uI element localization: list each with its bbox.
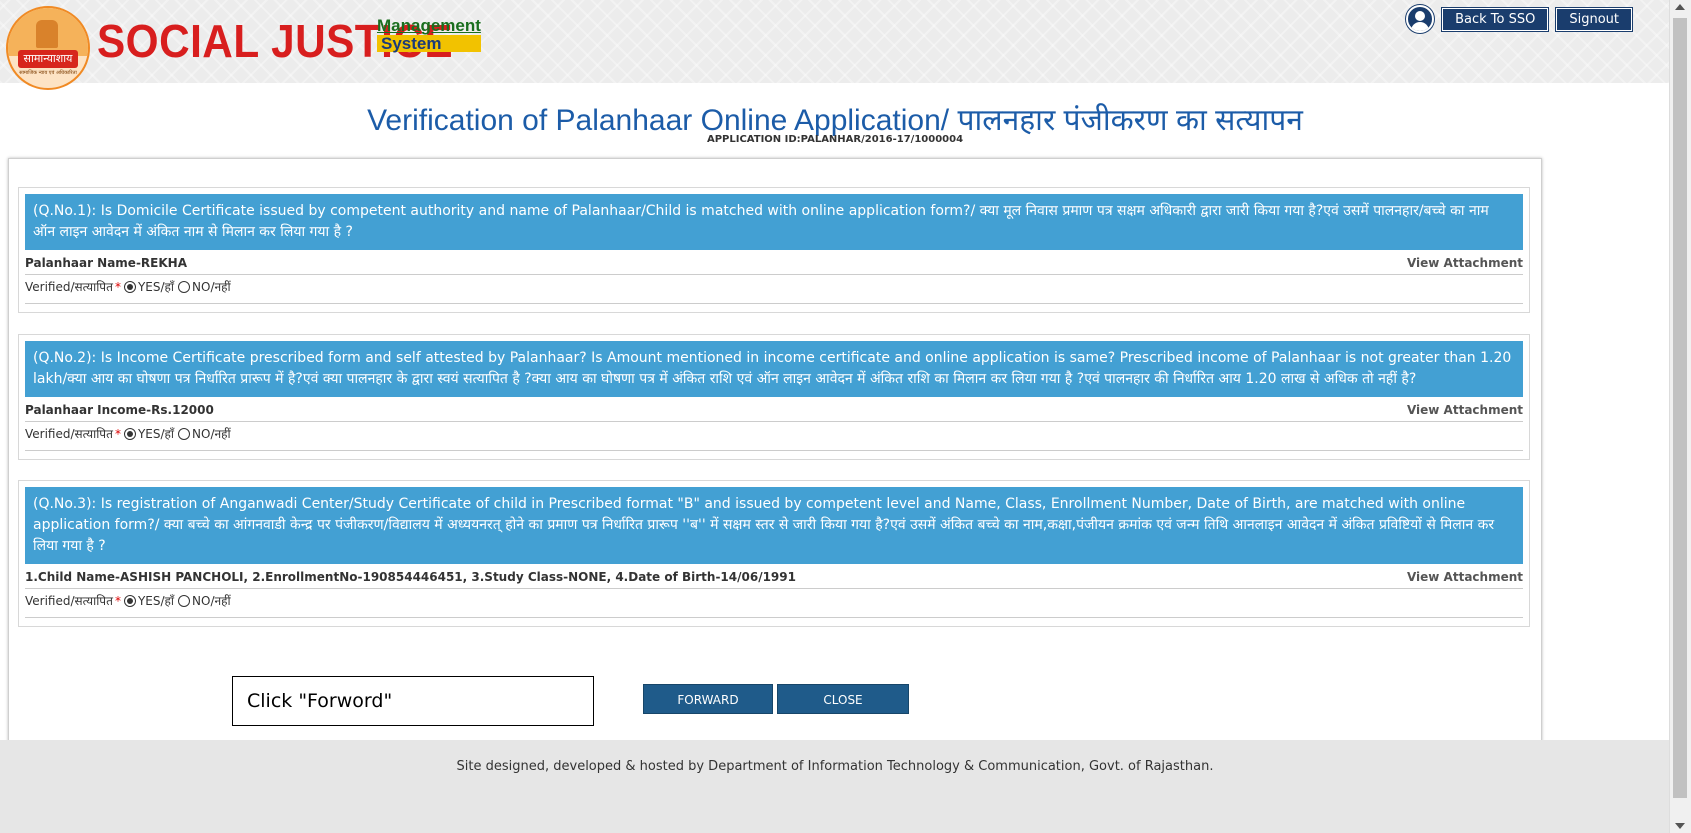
brand-management: Management (377, 16, 481, 35)
no-label[interactable]: NO/नहीं (192, 278, 231, 295)
detail-value: Palanhaar Name-REKHA (25, 256, 187, 270)
yes-radio[interactable] (123, 594, 136, 607)
yes-radio[interactable] (123, 280, 136, 293)
scroll-up-icon[interactable] (1675, 4, 1685, 10)
logo-text: सामान्याशाय (18, 50, 78, 68)
no-radio[interactable] (178, 427, 191, 440)
footer: Site designed, developed & hosted by Dep… (0, 740, 1670, 833)
brand-system: System (377, 35, 481, 52)
page-title: Verification of Palanhaar Online Applica… (367, 104, 1303, 137)
emblem-icon (36, 20, 58, 48)
view-attachment-link[interactable]: View Attachment (1407, 256, 1523, 270)
question-detail-row: Palanhaar Name-REKHA View Attachment (25, 256, 1523, 275)
detail-value: 1.Child Name-ASHISH PANCHOLI, 2.Enrollme… (25, 570, 796, 584)
verified-field: Verified/सत्यापित * YES/हाँ NO/नहीं (25, 278, 1523, 304)
question-text: (Q.No.2): Is Income Certificate prescrib… (25, 341, 1523, 397)
signout-button[interactable]: Signout (1556, 7, 1632, 31)
department-logo: सामान्याशाय सामाजिक न्याय एवं अधिकारिता (6, 6, 90, 90)
no-radio[interactable] (178, 594, 191, 607)
brand-subtitle: Management System (377, 17, 481, 52)
view-attachment-link[interactable]: View Attachment (1407, 403, 1523, 417)
question-card-1: (Q.No.1): Is Domicile Certificate issued… (18, 187, 1530, 313)
no-label[interactable]: NO/नहीं (192, 592, 231, 609)
detail-value: Palanhaar Income-Rs.12000 (25, 403, 214, 417)
required-asterisk: * (114, 426, 121, 441)
forward-button[interactable]: FORWARD (643, 684, 773, 714)
no-label[interactable]: NO/नहीं (192, 425, 231, 442)
scroll-down-icon[interactable] (1675, 823, 1685, 829)
required-asterisk: * (114, 593, 121, 608)
verified-label: Verified/सत्यापित (25, 280, 113, 294)
view-attachment-link[interactable]: View Attachment (1407, 570, 1523, 584)
yes-label[interactable]: YES/हाँ (138, 592, 174, 609)
user-avatar-icon[interactable] (1406, 5, 1435, 33)
question-text: (Q.No.3): Is registration of Anganwadi C… (25, 487, 1523, 564)
top-actions: Back To SSO Signout (1406, 5, 1632, 33)
vertical-scrollbar[interactable] (1669, 0, 1691, 833)
yes-label[interactable]: YES/हाँ (138, 425, 174, 442)
question-card-3: (Q.No.3): Is registration of Anganwadi C… (18, 480, 1530, 627)
required-asterisk: * (114, 279, 121, 294)
back-to-sso-button[interactable]: Back To SSO (1442, 7, 1549, 31)
footer-text: Site designed, developed & hosted by Dep… (456, 759, 1214, 774)
verified-label: Verified/सत्यापित (25, 427, 113, 441)
scrollbar-thumb[interactable] (1673, 18, 1687, 798)
header-bar: सामान्याशाय सामाजिक न्याय एवं अधिकारिता … (0, 0, 1670, 90)
question-detail-row: Palanhaar Income-Rs.12000 View Attachmen… (25, 403, 1523, 422)
verified-field: Verified/सत्यापित * YES/हाँ NO/नहीं (25, 425, 1523, 451)
question-detail-row: 1.Child Name-ASHISH PANCHOLI, 2.Enrollme… (25, 570, 1523, 589)
yes-label[interactable]: YES/हाँ (138, 278, 174, 295)
verified-label: Verified/सत्यापित (25, 594, 113, 608)
question-text: (Q.No.1): Is Domicile Certificate issued… (25, 194, 1523, 250)
question-card-2: (Q.No.2): Is Income Certificate prescrib… (18, 334, 1530, 460)
instruction-callout: Click "Forword" (232, 676, 594, 726)
application-id: APPLICATION ID:PALANHAR/2016-17/1000004 (706, 134, 964, 145)
verified-field: Verified/सत्यापित * YES/हाँ NO/नहीं (25, 592, 1523, 618)
logo-subtext: सामाजिक न्याय एवं अधिकारिता (19, 70, 77, 76)
close-button[interactable]: CLOSE (777, 684, 909, 714)
yes-radio[interactable] (123, 427, 136, 440)
no-radio[interactable] (178, 280, 191, 293)
